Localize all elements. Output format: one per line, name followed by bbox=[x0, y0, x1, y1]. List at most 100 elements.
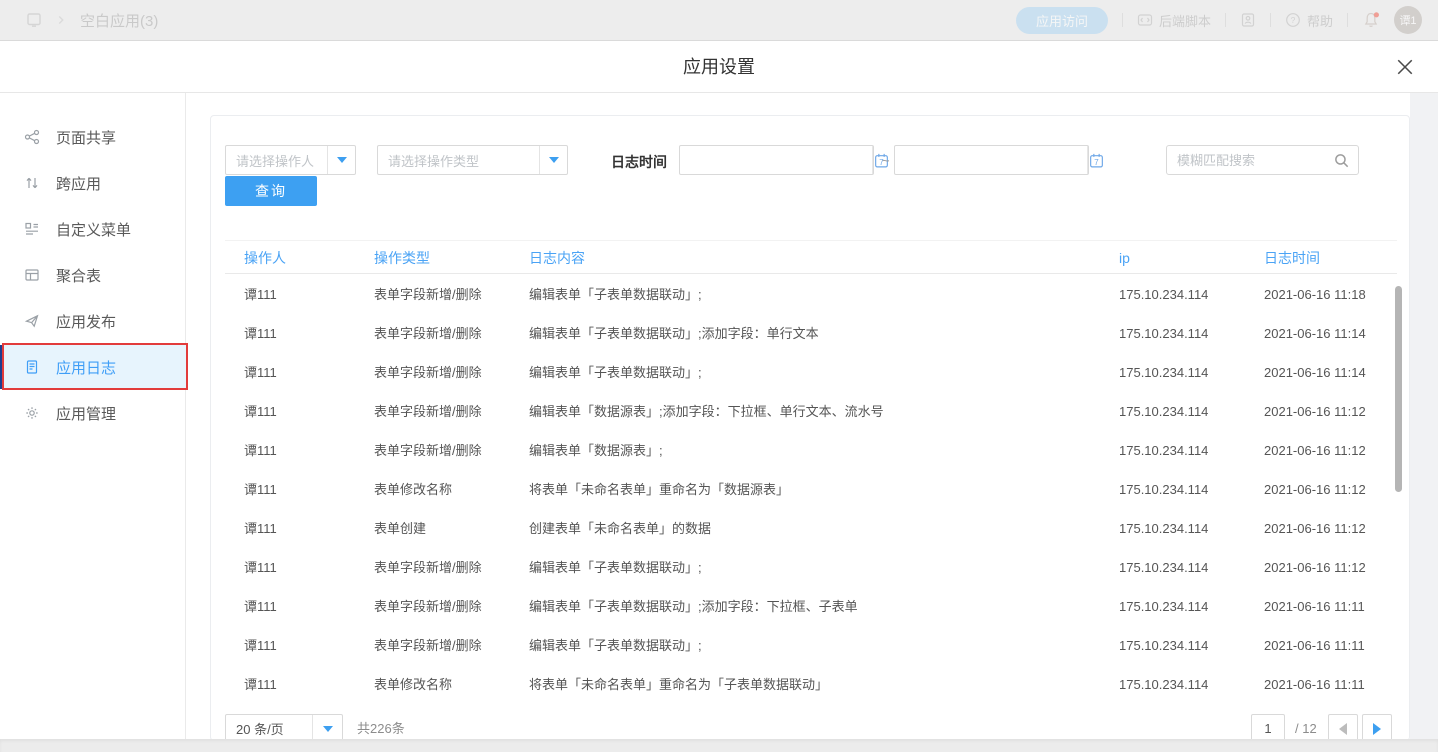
end-date-input[interactable]: 7 bbox=[894, 145, 1089, 175]
table-row[interactable]: 谭111 表单字段新增/删除 编辑表单「子表单数据联动」;添加字段：下拉框、子表… bbox=[211, 587, 1397, 626]
table-row[interactable]: 谭111 表单字段新增/删除 编辑表单「子表单数据联动」; 175.10.234… bbox=[211, 626, 1397, 665]
cell-operator: 谭111 bbox=[244, 509, 277, 548]
share-icon bbox=[24, 129, 40, 145]
sidebar-item-label: 页面共享 bbox=[56, 127, 116, 148]
publish-icon bbox=[24, 313, 40, 329]
start-date-field[interactable] bbox=[680, 146, 872, 174]
help-label: 帮助 bbox=[1307, 11, 1333, 30]
sidebar-item-aggregate-table[interactable]: 聚合表 bbox=[0, 253, 186, 297]
cell-time: 2021-06-16 11:14 bbox=[1264, 353, 1366, 392]
cell-ip: 175.10.234.114 bbox=[1119, 665, 1208, 704]
table-row[interactable]: 谭111 表单字段新增/删除 编辑表单「子表单数据联动」;添加字段：单行文本 1… bbox=[211, 314, 1397, 353]
cell-ip: 175.10.234.114 bbox=[1119, 470, 1208, 509]
table-scrollbar[interactable] bbox=[1395, 286, 1402, 492]
cell-time: 2021-06-16 11:12 bbox=[1264, 509, 1366, 548]
start-date-input[interactable]: 7 bbox=[679, 145, 874, 175]
cell-time: 2021-06-16 11:12 bbox=[1264, 431, 1366, 470]
sidebar-item-label: 跨应用 bbox=[56, 173, 101, 194]
notification-dot bbox=[1374, 12, 1379, 17]
cell-type: 表单创建 bbox=[374, 509, 426, 548]
app-title: 空白应用(3) bbox=[80, 10, 158, 31]
table-row[interactable]: 谭111 表单创建 创建表单「未命名表单」的数据 175.10.234.114 … bbox=[211, 509, 1397, 548]
cell-content: 编辑表单「子表单数据联动」; bbox=[529, 548, 702, 587]
modal-title: 应用设置 bbox=[0, 41, 1438, 93]
backend-script-button[interactable]: 后端脚本 bbox=[1137, 11, 1211, 30]
page-size-value: 20 条/页 bbox=[226, 719, 312, 738]
avatar[interactable]: 谭1 bbox=[1394, 6, 1422, 34]
help-button[interactable]: ? 帮助 bbox=[1285, 11, 1333, 30]
cell-operator: 谭111 bbox=[244, 314, 277, 353]
cell-time: 2021-06-16 11:14 bbox=[1264, 314, 1366, 353]
cell-operator: 谭111 bbox=[244, 353, 277, 392]
contacts-button[interactable] bbox=[1240, 12, 1256, 28]
sidebar-item-app-manage[interactable]: 应用管理 bbox=[0, 391, 186, 435]
sidebar-item-custom-menu[interactable]: 自定义菜单 bbox=[0, 207, 186, 251]
sidebar-item-page-share[interactable]: 页面共享 bbox=[0, 115, 186, 159]
notification-bell-button[interactable] bbox=[1362, 11, 1380, 29]
cell-type: 表单字段新增/删除 bbox=[374, 431, 482, 470]
log-panel: 请选择操作人 请选择操作类型 日志时间 7 ~ bbox=[210, 115, 1410, 741]
cell-ip: 175.10.234.114 bbox=[1119, 587, 1208, 626]
cell-operator: 谭111 bbox=[244, 470, 277, 509]
cell-type: 表单字段新增/删除 bbox=[374, 587, 482, 626]
cell-content: 编辑表单「数据源表」;添加字段：下拉框、单行文本、流水号 bbox=[529, 392, 884, 431]
search-icon[interactable] bbox=[1333, 152, 1350, 169]
cell-type: 表单字段新增/删除 bbox=[374, 548, 482, 587]
cell-content: 编辑表单「子表单数据联动」; bbox=[529, 275, 702, 314]
table-row[interactable]: 谭111 表单字段新增/删除 编辑表单「子表单数据联动」; 175.10.234… bbox=[211, 353, 1397, 392]
query-button[interactable]: 查询 bbox=[225, 176, 317, 206]
sidebar-item-label: 应用管理 bbox=[56, 403, 116, 424]
divider bbox=[1270, 13, 1271, 27]
help-icon: ? bbox=[1285, 12, 1301, 28]
cell-type: 表单字段新增/删除 bbox=[374, 626, 482, 665]
table-row[interactable]: 谭111 表单字段新增/删除 编辑表单「数据源表」; 175.10.234.11… bbox=[211, 431, 1397, 470]
triangle-right-icon bbox=[1373, 723, 1381, 735]
table-row[interactable]: 谭111 表单修改名称 将表单「未命名表单」重命名为「子表单数据联动」 175.… bbox=[211, 665, 1397, 704]
cross-app-icon bbox=[24, 175, 40, 191]
chevron-down-icon bbox=[539, 146, 567, 174]
modal-header: 应用设置 bbox=[0, 41, 1438, 93]
custom-menu-icon bbox=[24, 221, 40, 237]
table-row[interactable]: 谭111 表单字段新增/删除 编辑表单「子表单数据联动」; 175.10.234… bbox=[211, 275, 1397, 314]
table-row[interactable]: 谭111 表单修改名称 将表单「未命名表单」重命名为「数据源表」 175.10.… bbox=[211, 470, 1397, 509]
cell-operator: 谭111 bbox=[244, 275, 277, 314]
type-select-placeholder: 请选择操作类型 bbox=[378, 151, 539, 170]
cell-operator: 谭111 bbox=[244, 626, 277, 665]
cell-type: 表单修改名称 bbox=[374, 470, 452, 509]
sidebar-item-label: 应用日志 bbox=[56, 357, 116, 378]
search-input[interactable] bbox=[1167, 146, 1358, 174]
settings-sidebar: 页面共享 跨应用 自定义菜单 bbox=[0, 93, 186, 752]
table-row[interactable]: 谭111 表单字段新增/删除 编辑表单「数据源表」;添加字段：下拉框、单行文本、… bbox=[211, 392, 1397, 431]
svg-text:7: 7 bbox=[1094, 157, 1099, 166]
app-settings-modal: 应用设置 页面共享 bbox=[0, 41, 1438, 752]
col-type: 操作类型 bbox=[374, 241, 430, 275]
col-operator: 操作人 bbox=[244, 241, 286, 275]
code-icon bbox=[1137, 12, 1153, 28]
app-access-button[interactable]: 应用访问 bbox=[1016, 7, 1108, 34]
divider bbox=[1225, 13, 1226, 27]
cell-time: 2021-06-16 11:11 bbox=[1264, 665, 1365, 704]
cell-content: 创建表单「未命名表单」的数据 bbox=[529, 509, 711, 548]
sidebar-item-label: 聚合表 bbox=[56, 265, 101, 286]
sidebar-item-app-log[interactable]: 应用日志 bbox=[0, 345, 186, 389]
calendar-icon[interactable]: 7 bbox=[1087, 146, 1105, 174]
cell-content: 将表单「未命名表单」重命名为「数据源表」 bbox=[529, 470, 789, 509]
sidebar-item-cross-app[interactable]: 跨应用 bbox=[0, 161, 186, 205]
page-background-gutter bbox=[1410, 93, 1438, 752]
operator-select[interactable]: 请选择操作人 bbox=[225, 145, 356, 175]
cell-content: 编辑表单「子表单数据联动」;添加字段：下拉框、子表单 bbox=[529, 587, 858, 626]
col-time: 日志时间 bbox=[1264, 241, 1320, 275]
aggregate-table-icon bbox=[24, 267, 40, 283]
cell-content: 将表单「未命名表单」重命名为「子表单数据联动」 bbox=[529, 665, 828, 704]
cell-type: 表单字段新增/删除 bbox=[374, 353, 482, 392]
sidebar-item-app-publish[interactable]: 应用发布 bbox=[0, 299, 186, 343]
date-range-separator: ~ bbox=[882, 153, 890, 168]
cell-operator: 谭111 bbox=[244, 587, 277, 626]
operation-type-select[interactable]: 请选择操作类型 bbox=[377, 145, 568, 175]
close-icon[interactable] bbox=[1396, 58, 1414, 76]
sidebar-item-label: 自定义菜单 bbox=[56, 219, 131, 240]
table-row[interactable]: 谭111 表单字段新增/删除 编辑表单「子表单数据联动」; 175.10.234… bbox=[211, 548, 1397, 587]
end-date-field[interactable] bbox=[895, 146, 1087, 174]
cell-time: 2021-06-16 11:12 bbox=[1264, 470, 1366, 509]
modal-body: 页面共享 跨应用 自定义菜单 bbox=[0, 93, 1438, 752]
